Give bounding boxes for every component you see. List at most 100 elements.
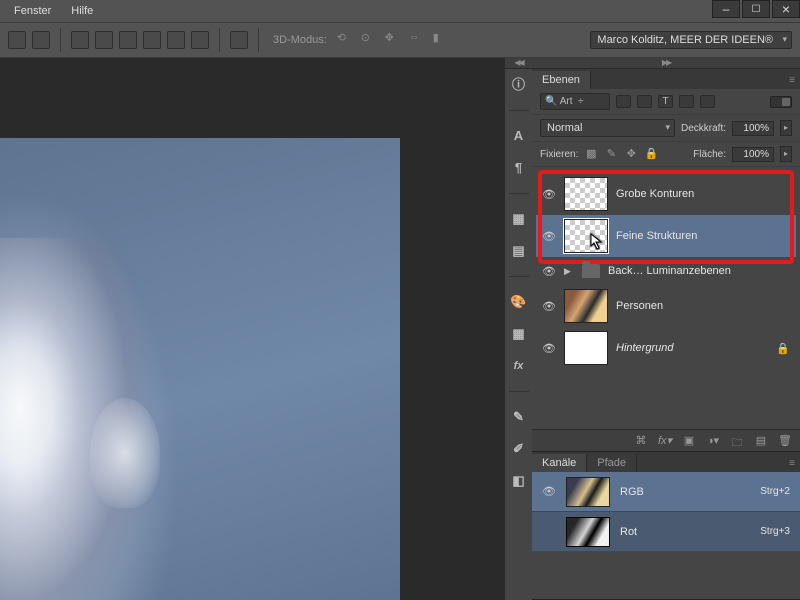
layer-row[interactable]: 👁 Grobe Konturen: [536, 173, 796, 215]
visibility-toggle-icon[interactable]: 👁: [542, 300, 556, 313]
fill-flyout-button[interactable]: ▸: [780, 146, 792, 162]
menu-bar: Fenster Hilfe: [0, 0, 800, 22]
fx-panel-icon[interactable]: fx: [510, 357, 528, 375]
layer-row[interactable]: 👁 Hintergrund 🔒: [536, 327, 796, 369]
tab-channels[interactable]: Kanäle: [532, 454, 587, 472]
paragraph-panel-icon[interactable]: ¶: [510, 159, 528, 177]
window-close-button[interactable]: [772, 0, 800, 18]
document-area: [0, 58, 504, 600]
new-layer-icon[interactable]: ▤: [754, 434, 768, 448]
tab-layers[interactable]: Ebenen: [532, 71, 591, 89]
brush-panel-icon[interactable]: ✎: [510, 408, 528, 426]
layer-thumbnail[interactable]: [564, 177, 608, 211]
separator: [219, 28, 220, 52]
layer-name[interactable]: Personen: [616, 300, 790, 312]
collapse-dock-button[interactable]: [532, 58, 800, 69]
character-panel-icon[interactable]: A: [510, 127, 528, 145]
fill-value[interactable]: 100%: [732, 147, 774, 162]
filter-pixel-icon[interactable]: [616, 95, 631, 108]
visibility-toggle-icon[interactable]: 👁: [542, 485, 556, 498]
channels-panel: Kanäle Pfade 👁 RGB Strg+2 Rot Strg+3: [532, 452, 800, 600]
visibility-toggle-icon[interactable]: 👁: [542, 230, 556, 243]
lock-transparency-icon[interactable]: ▩: [584, 147, 598, 161]
distribute-icon[interactable]: [119, 31, 137, 49]
align-icon[interactable]: [8, 31, 26, 49]
align-icon[interactable]: [32, 31, 50, 49]
color-panel-icon[interactable]: 🎨: [510, 293, 528, 311]
channel-row[interactable]: Rot Strg+3: [532, 512, 800, 552]
channel-row[interactable]: 👁 RGB Strg+2: [532, 472, 800, 512]
layer-mask-icon[interactable]: ▣: [682, 434, 696, 448]
lock-all-icon[interactable]: 🔒: [644, 147, 658, 161]
opacity-value[interactable]: 100%: [732, 121, 774, 136]
styles-panel-icon[interactable]: ▦: [510, 325, 528, 343]
distribute-icon[interactable]: [71, 31, 89, 49]
distribute-icon[interactable]: [143, 31, 161, 49]
grid-panel-icon[interactable]: ▦: [510, 210, 528, 228]
options-bar: 3D-Modus: ⟲ ⊙ ✥ ⇔ ▮ Marco Kolditz, MEER …: [0, 22, 800, 58]
distribute-icon[interactable]: [167, 31, 185, 49]
swatches-panel-icon[interactable]: ▤: [510, 242, 528, 260]
layer-thumbnail[interactable]: [564, 219, 608, 253]
mode3d-roll-icon[interactable]: ⊙: [361, 31, 379, 49]
visibility-toggle-icon[interactable]: 👁: [542, 188, 556, 201]
separator: [509, 110, 529, 111]
mode3d-orbit-icon[interactable]: ⟲: [337, 31, 355, 49]
mode3d-camera-icon[interactable]: ▮: [433, 31, 451, 49]
menu-fenster[interactable]: Fenster: [4, 3, 61, 19]
channel-name: Rot: [620, 526, 750, 538]
workspace-dropdown[interactable]: Marco Kolditz, MEER DER IDEEN®: [590, 31, 792, 49]
layer-name[interactable]: Hintergrund: [616, 342, 768, 354]
layer-thumbnail[interactable]: [564, 331, 608, 365]
filter-smart-icon[interactable]: [700, 95, 715, 108]
panel-menu-button[interactable]: [784, 456, 800, 472]
fill-label: Fläche:: [693, 149, 726, 160]
window-minimize-button[interactable]: [712, 0, 740, 18]
layer-name[interactable]: Grobe Konturen: [616, 188, 790, 200]
panel-menu-button[interactable]: [784, 73, 800, 89]
lock-pixels-icon[interactable]: ✎: [604, 147, 618, 161]
layer-name[interactable]: Feine Strukturen: [616, 230, 790, 242]
channel-name: RGB: [620, 486, 750, 498]
separator: [60, 28, 61, 52]
layers-panel-bottom-bar: ⌘ fx▾ ▣ ◑▾ 🗀 ▤ 🗑: [532, 429, 800, 451]
info-panel-icon[interactable]: ⓘ: [510, 76, 528, 94]
opacity-flyout-button[interactable]: ▸: [780, 120, 792, 136]
filter-shape-icon[interactable]: [679, 95, 694, 108]
distribute-icon[interactable]: [95, 31, 113, 49]
layer-list: 👁 Grobe Konturen 👁 Feine Strukturen 👁 ▶ …: [532, 167, 800, 429]
layer-row[interactable]: 👁 Personen: [536, 285, 796, 327]
delete-layer-icon[interactable]: 🗑: [778, 434, 792, 448]
canvas[interactable]: [0, 138, 400, 600]
channel-thumbnail: [566, 517, 610, 547]
brush-presets-icon[interactable]: ✐: [510, 440, 528, 458]
tool-presets-icon[interactable]: ◧: [510, 472, 528, 490]
window-maximize-button[interactable]: [742, 0, 770, 18]
filter-adjust-icon[interactable]: [637, 95, 652, 108]
auto-align-icon[interactable]: [230, 31, 248, 49]
mode3d-pan-icon[interactable]: ✥: [385, 31, 403, 49]
folder-icon: [582, 264, 600, 278]
adjustment-layer-icon[interactable]: ◑▾: [706, 434, 720, 448]
visibility-toggle-icon[interactable]: 👁: [542, 265, 556, 278]
channel-shortcut: Strg+2: [760, 486, 790, 497]
link-layers-icon[interactable]: ⌘: [634, 434, 648, 448]
expand-dock-button[interactable]: [505, 58, 532, 69]
lock-position-icon[interactable]: ✥: [624, 147, 638, 161]
menu-hilfe[interactable]: Hilfe: [61, 3, 103, 19]
mode3d-slide-icon[interactable]: ⇔: [409, 31, 427, 49]
layer-group-row[interactable]: 👁 ▶ Back… Luminanzebenen: [536, 257, 796, 285]
layer-name[interactable]: Back… Luminanzebenen: [608, 265, 790, 277]
tab-paths[interactable]: Pfade: [587, 454, 637, 472]
filter-type-icon[interactable]: T: [658, 95, 673, 108]
layer-row[interactable]: 👁 Feine Strukturen: [536, 215, 796, 257]
blend-mode-dropdown[interactable]: Normal: [540, 119, 675, 137]
visibility-toggle-icon[interactable]: 👁: [542, 342, 556, 355]
new-group-icon[interactable]: 🗀: [730, 434, 744, 448]
distribute-icon[interactable]: [191, 31, 209, 49]
layer-fx-icon[interactable]: fx▾: [658, 434, 672, 448]
layer-filter-kind-dropdown[interactable]: 🔍 Art ÷: [540, 93, 610, 110]
filter-toggle[interactable]: [770, 96, 792, 108]
layer-thumbnail[interactable]: [564, 289, 608, 323]
disclosure-triangle-icon[interactable]: ▶: [564, 266, 574, 277]
